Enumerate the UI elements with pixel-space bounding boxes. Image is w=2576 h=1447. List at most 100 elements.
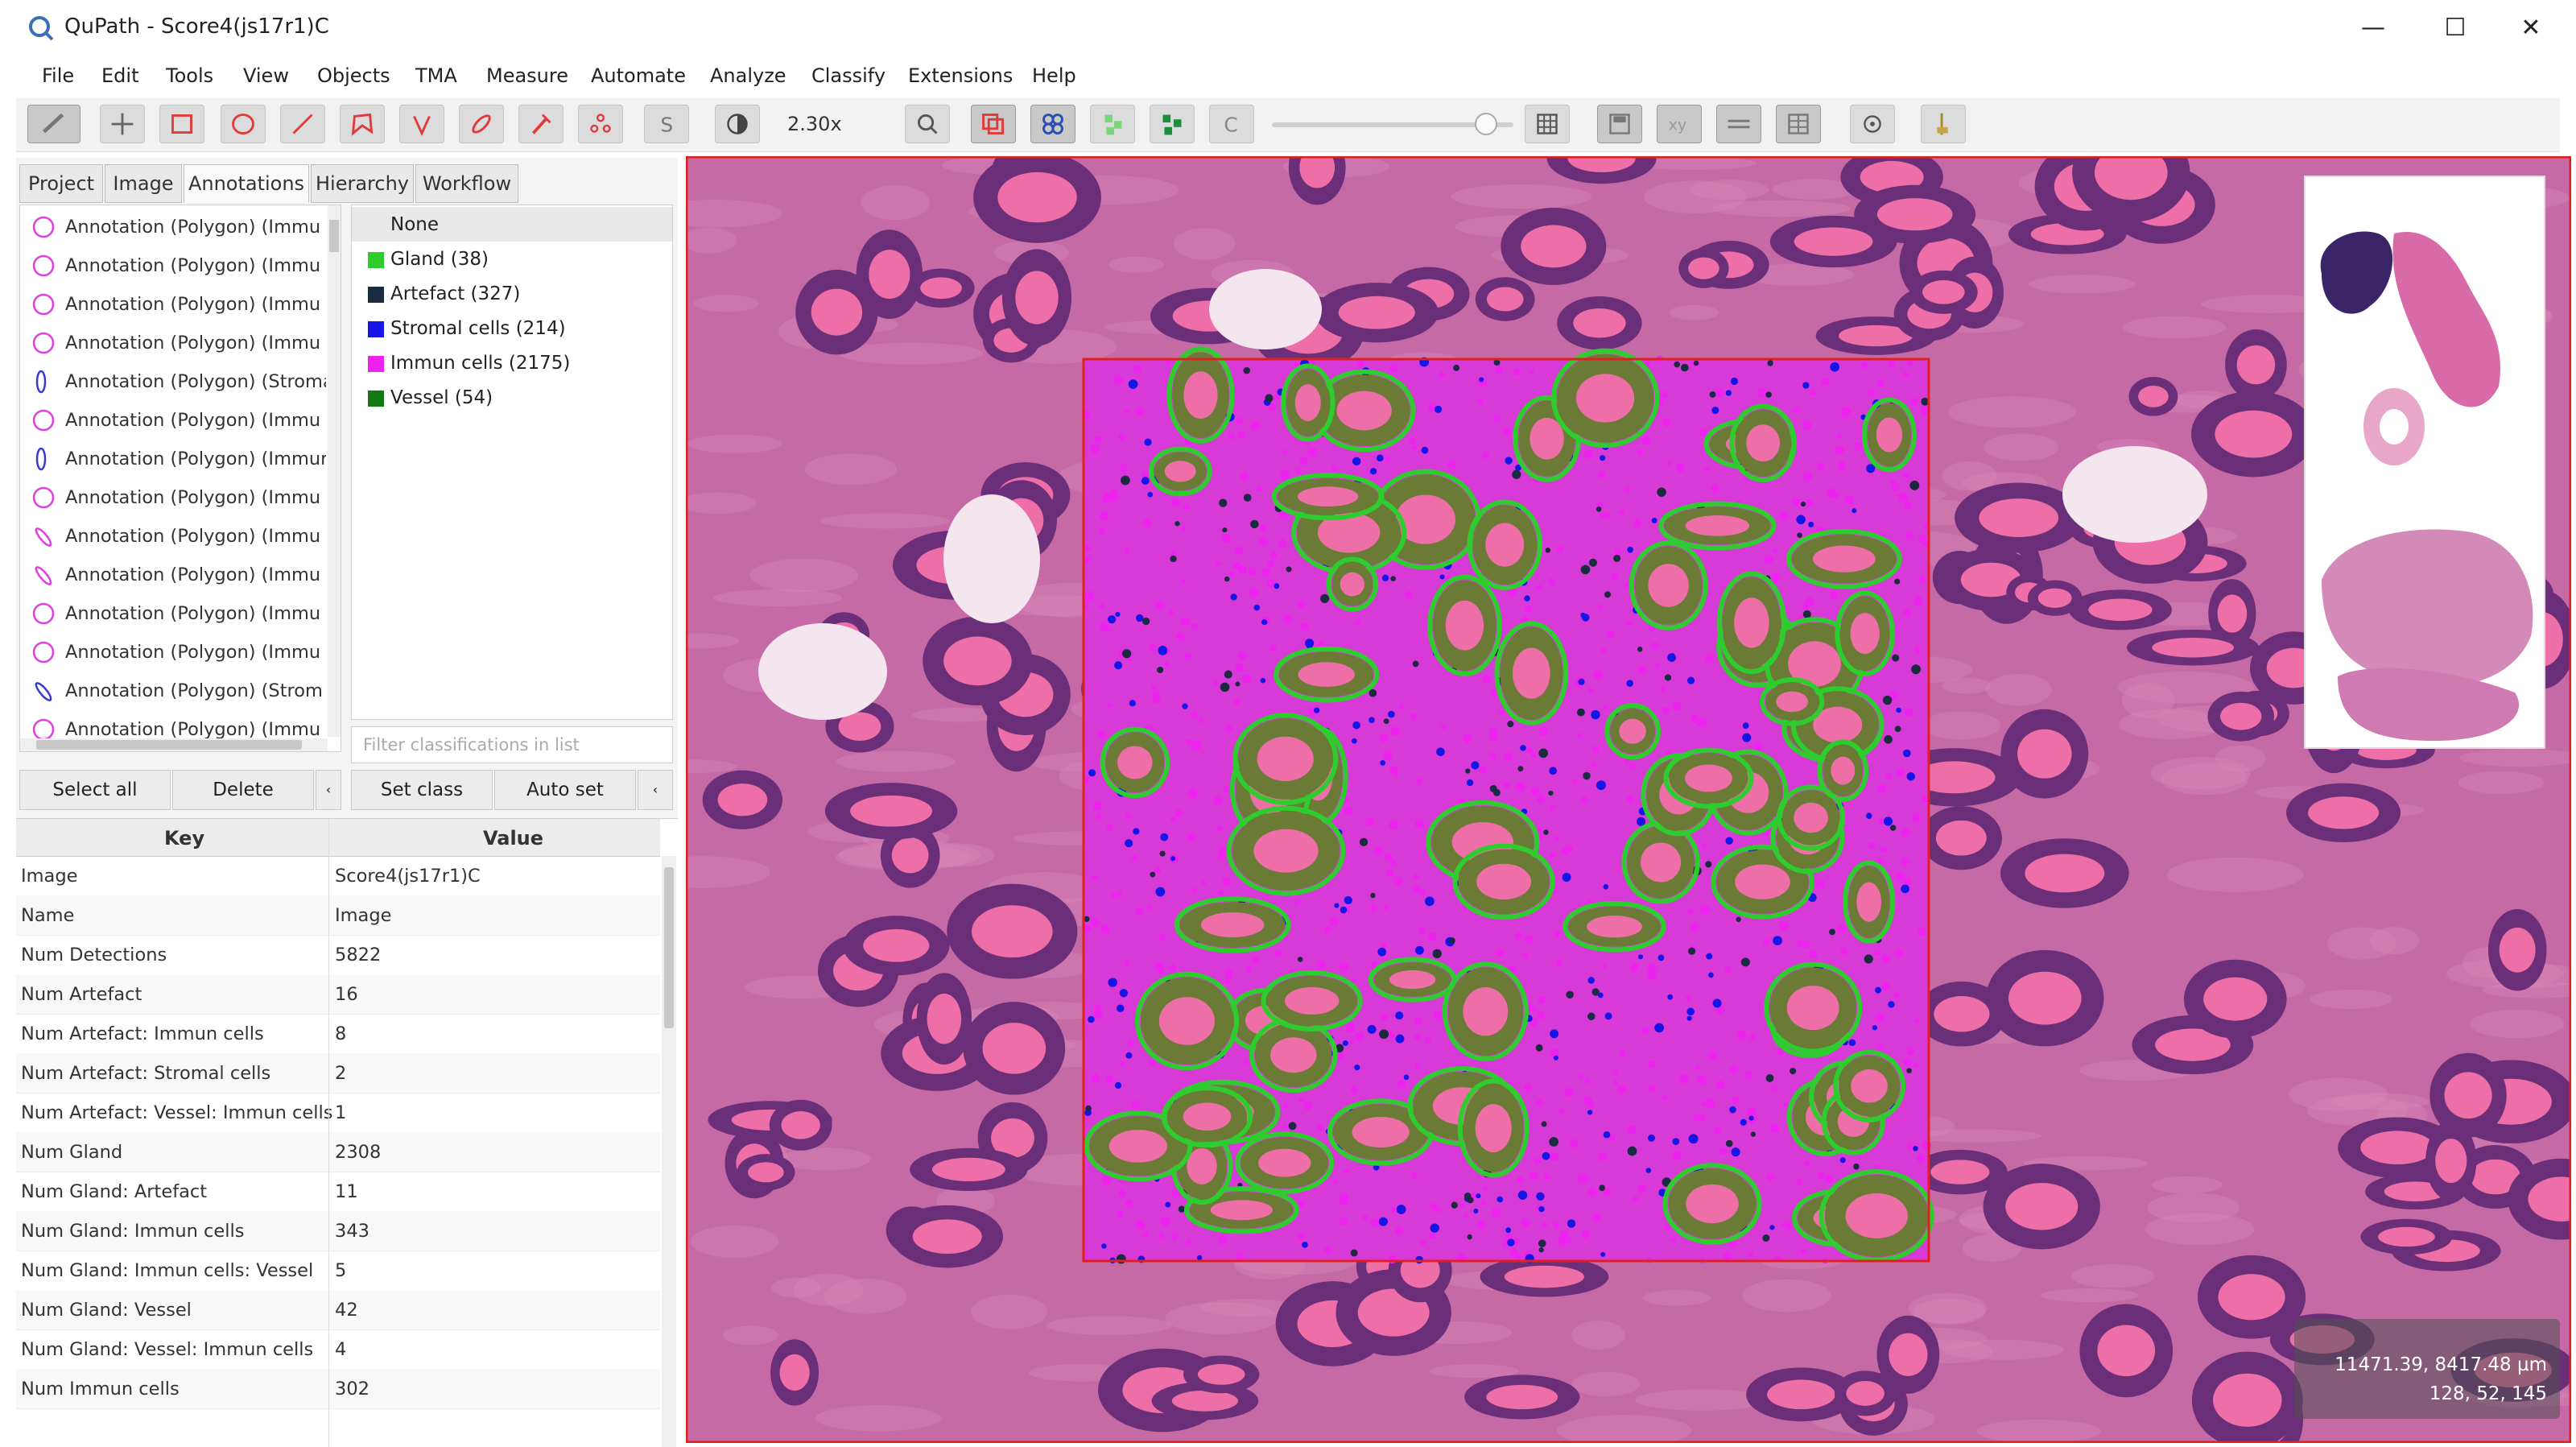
preferences-button[interactable]	[1850, 105, 1895, 143]
annotation-list-item[interactable]: Annotation (Polygon) (Immu	[20, 478, 326, 516]
wand-tool-button[interactable]	[518, 105, 564, 143]
set-class-button[interactable]: Set class	[351, 770, 493, 810]
table-row[interactable]: Num Gland: Immun cells: Vessel 5	[16, 1251, 660, 1291]
show-detections-button[interactable]	[1090, 105, 1135, 143]
menu-analyze[interactable]: Analyze	[710, 64, 786, 87]
select-all-button[interactable]: Select all	[19, 770, 171, 810]
menu-extensions[interactable]: Extensions	[908, 64, 1013, 87]
annotation-list-item[interactable]: Annotation (Polygon) (Immu	[20, 516, 326, 555]
table-row[interactable]: Num Artefact: Immun cells 8	[16, 1014, 660, 1054]
annotation-list-item[interactable]: Annotation (Polygon) (Strom	[20, 671, 326, 709]
class-filter-input[interactable]: Filter classifications in list	[351, 726, 673, 763]
show-annotations-button[interactable]	[971, 105, 1016, 143]
table-row[interactable]: Num Gland: Vessel: Immun cells 4	[16, 1329, 660, 1370]
menu-edit[interactable]: Edit	[101, 64, 138, 87]
show-counting-grid-button[interactable]	[1776, 105, 1821, 143]
table-row[interactable]: Num Detections 5822	[16, 935, 660, 975]
slide-image[interactable]	[686, 156, 2571, 1443]
table-row[interactable]: Num Gland: Artefact 11	[16, 1172, 660, 1212]
show-connections-button[interactable]: C	[1209, 105, 1254, 143]
rectangle-tool-button[interactable]	[159, 105, 204, 143]
table-row[interactable]: Name Image	[16, 895, 660, 936]
immune-cell	[1152, 690, 1161, 698]
menu-help[interactable]: Help	[1032, 64, 1076, 87]
menu-tma[interactable]: TMA	[415, 64, 457, 87]
delete-button[interactable]: Delete	[172, 770, 314, 810]
column-header-value[interactable]: Value	[483, 827, 543, 850]
classification-list[interactable]: None Gland (38) Artefact (327) Stromal cell…	[351, 205, 673, 720]
fill-detections-button[interactable]	[1150, 105, 1195, 143]
polygon-tool-button[interactable]	[340, 105, 385, 143]
image-viewer[interactable]: 11471.39, 8417.48 µm 128, 52, 145	[686, 156, 2571, 1443]
class-list-item[interactable]: Immun cells (2175)	[352, 345, 672, 380]
class-list-item[interactable]: Vessel (54)	[352, 380, 672, 415]
brush-tool-button[interactable]	[459, 105, 504, 143]
log-button[interactable]	[1921, 105, 1966, 143]
show-analysis-pane-button[interactable]	[27, 105, 80, 143]
annotation-list-item[interactable]: Annotation (Polygon) (Immu	[20, 555, 326, 593]
annotation-list[interactable]: Annotation (Polygon) (Immu Annotation (Po…	[19, 205, 341, 752]
menu-file[interactable]: File	[42, 64, 74, 87]
annotation-list-item[interactable]: Annotation (Polygon) (Immu	[20, 284, 326, 323]
class-list-item[interactable]: Artefact (327)	[352, 276, 672, 311]
table-scrollbar-thumb[interactable]	[664, 867, 674, 1028]
menu-measure[interactable]: Measure	[486, 64, 568, 87]
table-row[interactable]: Num Artefact: Vessel: Immun cells 1	[16, 1093, 660, 1133]
annotation-list-vertical-scrollbar[interactable]	[328, 205, 341, 737]
close-button[interactable]: ✕	[2499, 8, 2563, 48]
show-overview-button[interactable]	[1597, 105, 1642, 143]
selection-mode-button[interactable]: S	[644, 105, 689, 143]
annotation-list-item[interactable]: Annotation (Polygon) (Stroma	[20, 362, 326, 400]
show-tma-grid-button[interactable]	[1030, 105, 1075, 143]
table-row[interactable]: Num Artefact 16	[16, 974, 660, 1015]
tab-project[interactable]: Project	[19, 164, 103, 203]
auto-set-button[interactable]: Auto set	[494, 770, 636, 810]
annotation-list-item[interactable]: Annotation (Polygon) (Immu	[20, 323, 326, 362]
brightness-contrast-button[interactable]	[715, 105, 760, 143]
ellipse-tool-button[interactable]	[221, 105, 266, 143]
opacity-slider-handle[interactable]	[1475, 113, 1497, 135]
immune-cell	[1316, 960, 1326, 969]
table-row[interactable]: Num Gland: Vessel 42	[16, 1290, 660, 1330]
table-row[interactable]: Num Gland 2308	[16, 1132, 660, 1172]
class-options-button[interactable]: ‹	[638, 770, 673, 810]
table-row[interactable]: Image Score4(js17r1)C	[16, 856, 660, 896]
table-row[interactable]: Num Artefact: Stromal cells 2	[16, 1053, 660, 1094]
tab-annotations[interactable]: Annotations	[184, 164, 309, 203]
show-grid-button[interactable]	[1525, 105, 1570, 143]
class-list-item[interactable]: None	[352, 207, 672, 242]
menu-tools[interactable]: Tools	[166, 64, 213, 87]
minimize-button[interactable]: —	[2341, 8, 2405, 48]
show-scalebar-button[interactable]	[1716, 105, 1761, 143]
annotation-list-item[interactable]: Annotation (Polygon) (Immun	[20, 439, 326, 478]
zoom-to-fit-button[interactable]	[905, 105, 950, 143]
menu-automate[interactable]: Automate	[591, 64, 686, 87]
table-row[interactable]: Num Gland: Immun cells 343	[16, 1211, 660, 1251]
line-tool-button[interactable]	[280, 105, 325, 143]
tab-image[interactable]: Image	[105, 164, 182, 203]
annotation-list-horizontal-scrollbar[interactable]	[36, 740, 302, 750]
immune-cell	[1187, 833, 1196, 842]
annotation-list-item[interactable]: Annotation (Polygon) (Immu	[20, 400, 326, 439]
annotation-list-item[interactable]: Annotation (Polygon) (Immu	[20, 207, 326, 246]
annotation-list-vertical-scrollbar[interactable]	[329, 220, 339, 252]
menu-classify[interactable]: Classify	[811, 64, 886, 87]
show-location-button[interactable]: xy	[1657, 105, 1702, 143]
move-tool-button[interactable]	[100, 105, 145, 143]
menu-view[interactable]: View	[243, 64, 289, 87]
maximize-button[interactable]: ☐	[2423, 8, 2487, 48]
points-tool-button[interactable]	[578, 105, 623, 143]
class-list-item[interactable]: Stromal cells (214)	[352, 311, 672, 345]
tab-workflow[interactable]: Workflow	[415, 164, 518, 203]
annotation-options-button[interactable]: ‹	[316, 770, 341, 810]
class-list-item[interactable]: Gland (38)	[352, 242, 672, 276]
annotation-list-item[interactable]: Annotation (Polygon) (Immu	[20, 632, 326, 671]
annotation-list-item[interactable]: Annotation (Polygon) (Immu	[20, 246, 326, 284]
table-row[interactable]: Num Immun cells 302	[16, 1369, 660, 1409]
menu-objects[interactable]: Objects	[317, 64, 390, 87]
polyline-tool-button[interactable]	[399, 105, 444, 143]
annotation-list-item[interactable]: Annotation (Polygon) (Immu	[20, 593, 326, 632]
overview-thumbnail[interactable]	[2304, 176, 2545, 749]
column-header-key[interactable]: Key	[164, 827, 204, 850]
tab-hierarchy[interactable]: Hierarchy	[311, 164, 414, 203]
